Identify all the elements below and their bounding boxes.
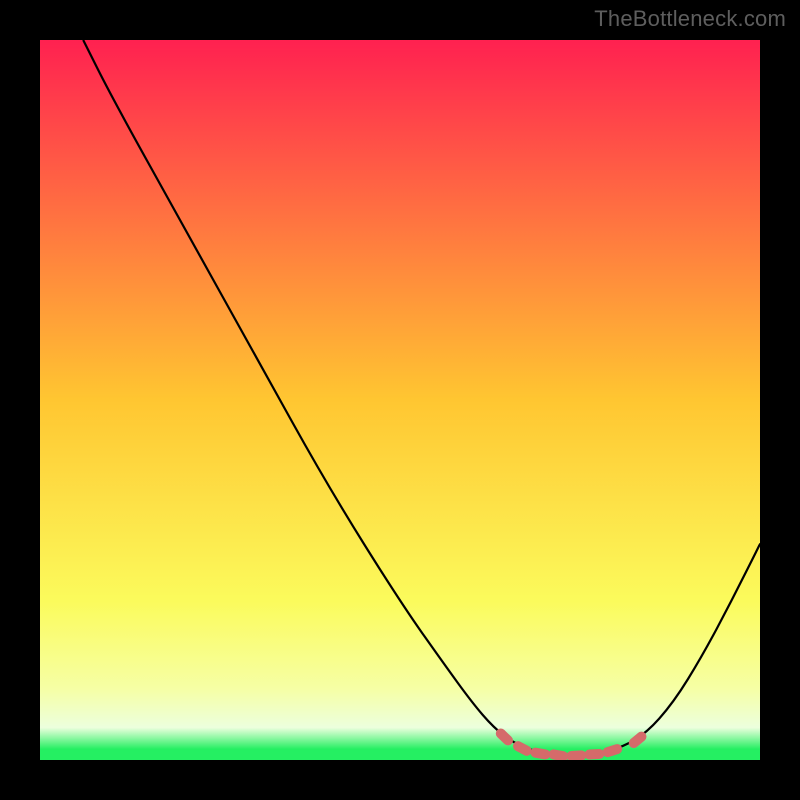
chart-frame: TheBottleneck.com — [0, 0, 800, 800]
plot-area — [40, 40, 760, 760]
watermark: TheBottleneck.com — [594, 6, 786, 32]
marker-point — [566, 750, 587, 760]
gradient-background — [40, 40, 760, 760]
chart-svg — [40, 40, 760, 760]
marker-point — [584, 749, 605, 760]
